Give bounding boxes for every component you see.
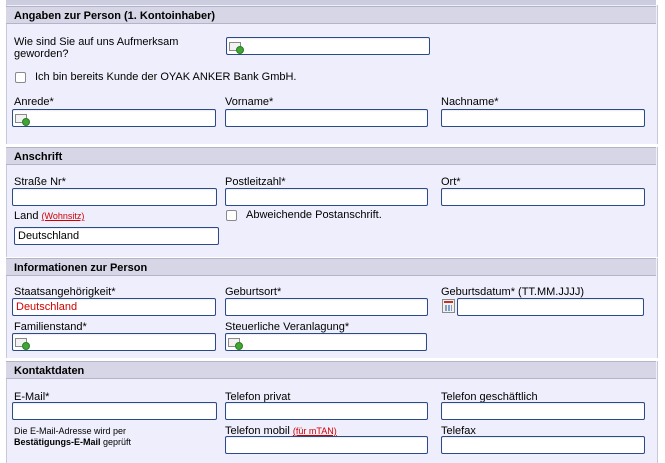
geburtsdatum-input[interactable] bbox=[457, 298, 644, 316]
section-header-contact: Kontaktdaten bbox=[6, 361, 656, 379]
ort-label: Ort* bbox=[441, 176, 461, 188]
section-header-info: Informationen zur Person bbox=[6, 258, 656, 276]
nachname-input[interactable] bbox=[441, 109, 645, 127]
vorname-input[interactable] bbox=[225, 109, 428, 127]
plz-input[interactable] bbox=[225, 188, 428, 206]
staat-label: Staatsangehörigkeit* bbox=[14, 286, 116, 298]
abweichend-checkbox[interactable] bbox=[226, 210, 237, 221]
tel-mobil-input[interactable] bbox=[225, 436, 428, 454]
familienstand-select[interactable] bbox=[12, 333, 216, 351]
section-header-person: Angaben zur Person (1. Kontoinhaber) bbox=[6, 6, 656, 24]
land-label: Land bbox=[14, 210, 39, 222]
bestandskunde-checkbox[interactable] bbox=[15, 72, 26, 83]
geburtsort-label: Geburtsort* bbox=[225, 286, 282, 298]
email-note-line1: Die E-Mail-Adresse wird per bbox=[14, 426, 127, 436]
nachname-label: Nachname* bbox=[441, 96, 499, 108]
land-label-group: Land (Wohnsitz) bbox=[14, 210, 84, 222]
strasse-input[interactable] bbox=[12, 188, 217, 206]
telefax-input[interactable] bbox=[441, 436, 645, 454]
calendar-icon[interactable] bbox=[442, 299, 455, 313]
tel-privat-input[interactable] bbox=[225, 402, 428, 420]
familienstand-label: Familienstand* bbox=[14, 321, 87, 333]
email-input[interactable] bbox=[12, 402, 217, 420]
vorname-label: Vorname* bbox=[225, 96, 274, 108]
anrede-select[interactable] bbox=[12, 109, 216, 127]
select-widget-icon bbox=[15, 336, 30, 350]
ort-input[interactable] bbox=[441, 188, 645, 206]
select-widget-icon bbox=[229, 40, 244, 54]
wohnsitz-link[interactable]: (Wohnsitz) bbox=[42, 211, 85, 221]
select-widget-icon bbox=[228, 336, 243, 350]
email-note-rest: geprüft bbox=[100, 437, 132, 447]
select-widget-icon bbox=[15, 112, 30, 126]
steuer-label: Steuerliche Veranlagung* bbox=[225, 321, 350, 333]
abweichend-label: Abweichende Postanschrift. bbox=[246, 209, 382, 221]
geburtsort-input[interactable] bbox=[225, 298, 428, 316]
aufmerksam-select[interactable] bbox=[226, 37, 430, 55]
email-note: Die E-Mail-Adresse wird per Bestätigungs… bbox=[14, 426, 214, 448]
section-header-address: Anschrift bbox=[6, 147, 656, 165]
geburtsdatum-label: Geburtsdatum* (TT.MM.JJJJ) bbox=[441, 286, 585, 298]
steuer-select[interactable] bbox=[225, 333, 427, 351]
mtan-link[interactable]: (für mTAN) bbox=[293, 426, 337, 436]
anrede-label: Anrede* bbox=[14, 96, 54, 108]
tel-geschaeft-input[interactable] bbox=[441, 402, 645, 420]
land-input[interactable]: Deutschland bbox=[14, 227, 219, 245]
strasse-label: Straße Nr* bbox=[14, 176, 66, 188]
plz-label: Postleitzahl* bbox=[225, 176, 286, 188]
email-note-bold: Bestätigungs-E-Mail bbox=[14, 437, 101, 447]
aufmerksam-label: Wie sind Sie auf uns Aufmerksam geworden… bbox=[14, 36, 179, 60]
staat-input[interactable]: Deutschland bbox=[12, 298, 216, 316]
bestandskunde-label: Ich bin bereits Kunde der OYAK ANKER Ban… bbox=[35, 71, 297, 83]
